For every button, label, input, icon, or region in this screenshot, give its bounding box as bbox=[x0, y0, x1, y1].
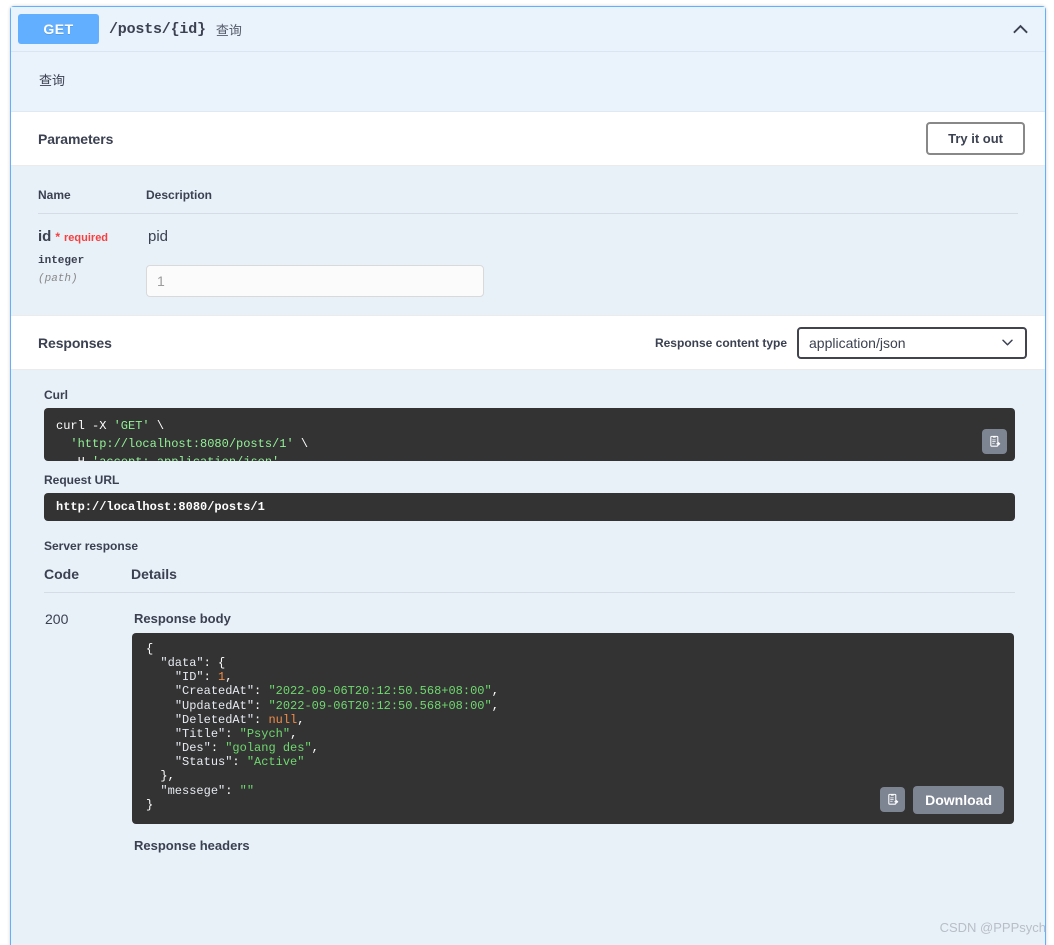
response-code: 200 bbox=[45, 611, 69, 627]
responses-body: Curl curl -X 'GET' \ 'http://localhost:8… bbox=[11, 370, 1045, 854]
curl-line1-method: 'GET' bbox=[113, 419, 150, 433]
curl-label: Curl bbox=[44, 388, 68, 402]
required-star: * bbox=[55, 230, 61, 244]
operation-description-area: 查询 bbox=[11, 52, 1045, 112]
parameter-description-cell: pid bbox=[146, 214, 1018, 297]
swagger-operation-page: GET /posts/{id} 查询 查询 Parameters Try it … bbox=[0, 0, 1054, 945]
col-header-name: Name bbox=[38, 178, 146, 214]
curl-line1-prefix: curl -X bbox=[56, 419, 114, 433]
json-line-12: } bbox=[146, 797, 154, 812]
download-button[interactable]: Download bbox=[913, 785, 1004, 814]
json-value-status: "Active" bbox=[246, 755, 305, 770]
server-response-label: Server response bbox=[44, 539, 139, 553]
json-line-2-rest: : { bbox=[203, 656, 226, 671]
response-body-actions: Download bbox=[880, 785, 1004, 814]
json-line-10: }, bbox=[146, 769, 175, 784]
curl-line1-suffix: \ bbox=[149, 419, 165, 433]
json-value-title: "Psych" bbox=[239, 726, 291, 741]
request-url-label: Request URL bbox=[44, 473, 120, 487]
table-row: 200 Response body { "data": { "ID": 1, "… bbox=[44, 593, 1015, 854]
json-key-title: "Title" bbox=[174, 726, 226, 741]
parameters-body: Name Description id * required integer (pa… bbox=[11, 166, 1045, 315]
response-content-type-value: application/json bbox=[809, 334, 906, 351]
operation-path: /posts/{id} bbox=[109, 20, 206, 38]
response-header-row: Code Details bbox=[44, 561, 1015, 593]
server-response-table: Code Details 200 Response body { "data":… bbox=[44, 561, 1015, 854]
parameter-type: integer bbox=[38, 255, 85, 267]
clipboard-copy-icon[interactable] bbox=[982, 429, 1007, 454]
clipboard-copy-icon[interactable] bbox=[880, 787, 906, 813]
chevron-down-icon bbox=[1000, 335, 1015, 350]
chevron-up-icon[interactable] bbox=[1007, 16, 1033, 42]
json-value-updatedat: "2022-09-06T20:12:50.568+08:00" bbox=[268, 698, 492, 713]
response-body-json: { "data": { "ID": 1, "CreatedAt": "2022-… bbox=[132, 633, 1014, 824]
json-value-deletedat: null bbox=[268, 712, 298, 727]
parameter-id-input[interactable] bbox=[146, 265, 484, 297]
parameters-header: Parameters Try it out bbox=[11, 112, 1045, 166]
json-key-deletedat: "DeletedAt" bbox=[174, 712, 255, 727]
col-header-code: Code bbox=[44, 561, 131, 593]
json-key-createdat: "CreatedAt" bbox=[174, 684, 255, 699]
parameter-description: pid bbox=[148, 228, 169, 245]
json-key-updatedat: "UpdatedAt" bbox=[174, 698, 255, 713]
json-key-des: "Des" bbox=[174, 741, 211, 756]
json-key-data: "data" bbox=[160, 656, 204, 671]
curl-line3-header: 'accept: application/json' bbox=[92, 455, 279, 461]
response-details-cell: Response body { "data": { "ID": 1, "Crea… bbox=[131, 593, 1015, 854]
col-header-details: Details bbox=[131, 561, 1015, 593]
curl-line3-prefix: -H bbox=[56, 455, 92, 461]
json-key-messege: "messege" bbox=[160, 783, 226, 798]
parameter-name: id bbox=[38, 228, 52, 245]
col-header-description: Description bbox=[146, 178, 1018, 214]
operation-description: 查询 bbox=[39, 73, 66, 88]
parameter-name-cell: id * required integer (path) bbox=[38, 214, 146, 298]
operation-summary-text: 查询 bbox=[215, 22, 242, 38]
curl-code-block: curl -X 'GET' \ 'http://localhost:8080/p… bbox=[44, 408, 1015, 461]
response-content-type-label: Response content type bbox=[654, 335, 787, 350]
opblock-get-posts-id: GET /posts/{id} 查询 查询 Parameters Try it … bbox=[10, 6, 1046, 945]
parameters-title: Parameters bbox=[38, 130, 114, 147]
json-line-1: { bbox=[146, 642, 154, 656]
operation-summary-header[interactable]: GET /posts/{id} 查询 bbox=[11, 7, 1045, 52]
json-value-des: "golang des" bbox=[225, 741, 312, 756]
response-body-label: Response body bbox=[134, 611, 231, 626]
parameters-header-row: Name Description bbox=[38, 178, 1018, 214]
required-label: required bbox=[64, 232, 109, 244]
json-key-status: "Status" bbox=[174, 755, 233, 770]
parameters-table: Name Description id * required integer (pa… bbox=[38, 178, 1018, 297]
json-value-messege: "" bbox=[239, 783, 255, 798]
responses-title: Responses bbox=[38, 334, 112, 351]
curl-line2-suffix: \ bbox=[293, 437, 309, 451]
curl-line2-url: 'http://localhost:8080/posts/1' bbox=[56, 437, 294, 451]
json-key-id: "ID" bbox=[174, 670, 204, 685]
response-headers-label: Response headers bbox=[134, 837, 250, 853]
response-content-type-select[interactable]: application/json bbox=[797, 326, 1027, 359]
table-row: id * required integer (path) pid bbox=[38, 214, 1018, 298]
http-method-badge: GET bbox=[18, 14, 99, 44]
try-it-out-button[interactable]: Try it out bbox=[926, 122, 1025, 155]
parameter-location: (path) bbox=[38, 273, 78, 285]
responses-header: Responses Response content type applicat… bbox=[11, 315, 1045, 370]
request-url-value: http://localhost:8080/posts/1 bbox=[44, 493, 1015, 521]
json-value-createdat: "2022-09-06T20:12:50.568+08:00" bbox=[268, 684, 492, 699]
